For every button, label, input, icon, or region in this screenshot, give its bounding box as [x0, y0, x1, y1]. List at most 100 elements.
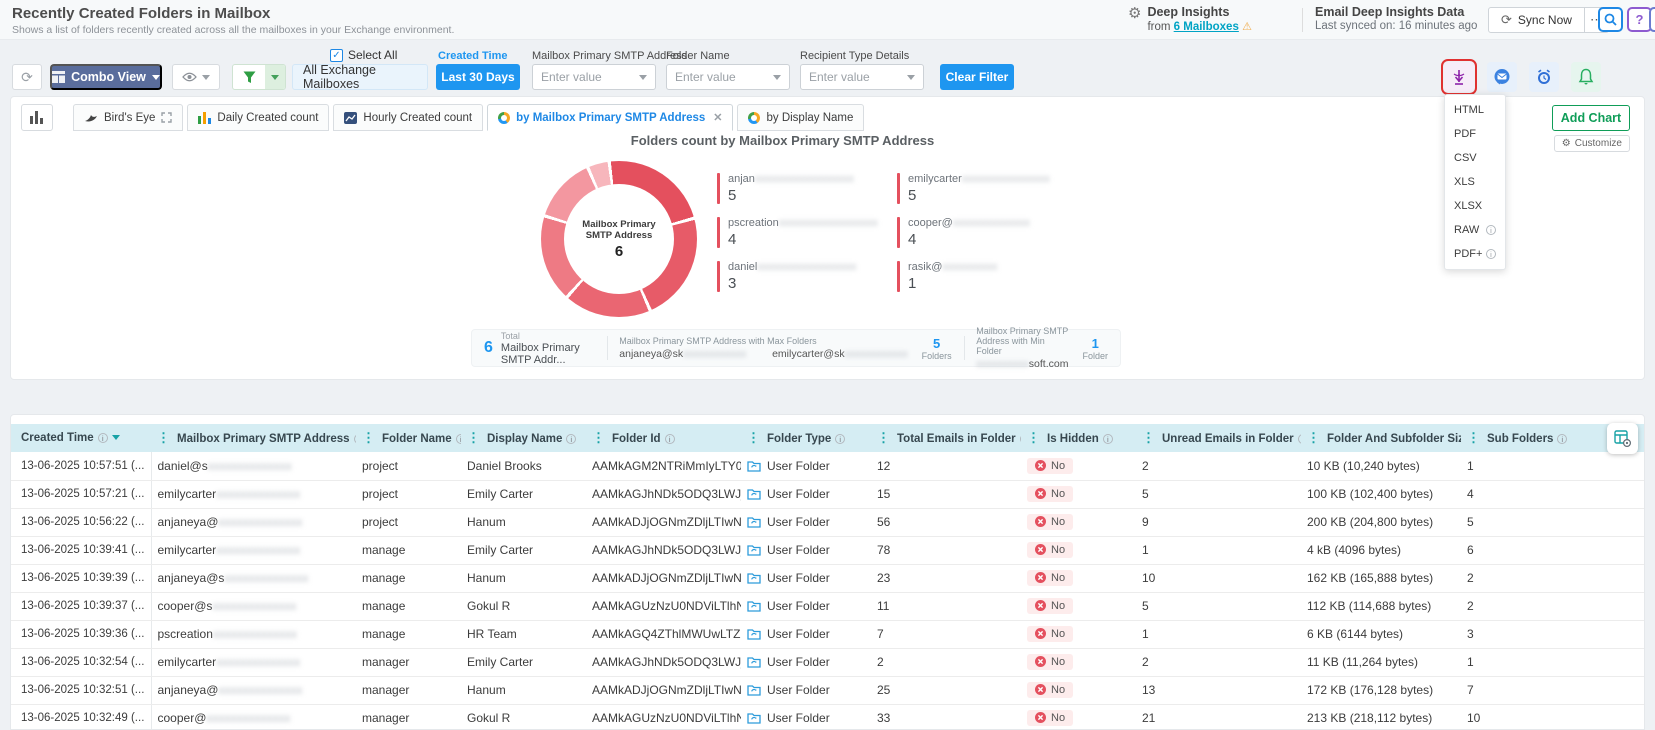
cell-folder-id: AAMkADJjOGNmZDljLTIwN...	[586, 564, 741, 592]
tab-hourly-created-count[interactable]: Hourly Created count	[333, 104, 483, 131]
info-icon[interactable]	[98, 433, 108, 443]
legend-item[interactable]: anjanxxxxxxxxxxxxxxxxxx 5	[717, 173, 897, 204]
feedback-button[interactable]	[1487, 62, 1517, 92]
column-menu-icon[interactable]: ⋮	[467, 430, 480, 445]
export-menu-item-raw[interactable]: RAW	[1445, 218, 1505, 242]
mailboxes-link[interactable]: 6 Mailboxes	[1174, 21, 1239, 33]
folder-name-filter-select[interactable]: Enter value	[666, 64, 790, 90]
column-menu-icon[interactable]: ⋮	[362, 430, 375, 445]
chart-toggle-button[interactable]	[21, 104, 53, 131]
column-menu-icon[interactable]: ⋮	[1142, 430, 1155, 445]
column-header-folder-id[interactable]: ⋮Folder Id	[586, 424, 741, 452]
export-menu-item-html[interactable]: HTML	[1445, 98, 1505, 122]
chart-legend: anjanxxxxxxxxxxxxxxxxxx 5 emilycarterxxx…	[717, 173, 1077, 292]
column-settings-button[interactable]	[1607, 423, 1638, 454]
table-row[interactable]: 13-06-2025 10:39:36 (... pscreationxxxxx…	[11, 620, 1645, 648]
export-menu-item-pdf[interactable]: PDF	[1445, 122, 1505, 146]
export-menu-item-xls[interactable]: XLS	[1445, 170, 1505, 194]
cell-folder-id: AAMkAGJhNDk5ODQ3LWJj...	[586, 536, 741, 564]
cell-is-hidden: No	[1021, 452, 1136, 480]
export-button[interactable]	[1444, 62, 1474, 92]
clear-filter-button[interactable]: Clear Filter	[940, 64, 1014, 90]
table-row[interactable]: 13-06-2025 10:32:49 (... cooper@xxxxxxxx…	[11, 704, 1645, 730]
cell-smtp: anjaneya@xxxxxxxxxxxxxx	[151, 676, 356, 704]
summary-email: emilycarter@sk	[772, 348, 845, 360]
recipient-type-filter-select[interactable]: Enter value	[800, 64, 924, 90]
tab-daily-created-count[interactable]: Daily Created count	[187, 104, 329, 131]
circle-x-icon	[1035, 712, 1046, 723]
column-menu-icon[interactable]: ⋮	[877, 430, 890, 445]
cell-is-hidden: No	[1021, 620, 1136, 648]
export-menu-item-csv[interactable]: CSV	[1445, 146, 1505, 170]
tab-by-mailbox-primary-smtp-address[interactable]: by Mailbox Primary SMTP Address ✕	[487, 104, 733, 131]
column-header-created-time[interactable]: Created Time	[11, 424, 151, 452]
column-menu-icon[interactable]: ⋮	[1467, 430, 1480, 445]
column-menu-icon[interactable]: ⋮	[1307, 430, 1320, 445]
column-header-folder-type[interactable]: ⋮Folder Type	[741, 424, 871, 452]
smtp-filter-select[interactable]: Enter value	[532, 64, 656, 90]
export-menu-item-xlsx[interactable]: XLSX	[1445, 194, 1505, 218]
combo-view-button[interactable]: Combo View	[50, 64, 162, 90]
column-menu-icon[interactable]: ⋮	[157, 430, 170, 445]
column-menu-icon[interactable]: ⋮	[592, 430, 605, 445]
sort-desc-icon[interactable]	[112, 435, 120, 440]
close-icon[interactable]: ✕	[713, 111, 722, 124]
table-row[interactable]: 13-06-2025 10:39:41 (... emilycarterxxxx…	[11, 536, 1645, 564]
notifications-button[interactable]	[1571, 62, 1601, 92]
masked-text: xxxxxxxxxxxx	[845, 348, 908, 360]
schedule-button[interactable]	[1649, 7, 1655, 32]
tab-birds-eye[interactable]: Bird's Eye	[73, 104, 183, 131]
info-icon[interactable]	[1486, 225, 1496, 235]
table-row[interactable]: 13-06-2025 10:32:51 (... anjaneya@xxxxxx…	[11, 676, 1645, 704]
legend-item[interactable]: cooper@xxxxxxxxxxxxxx 4	[897, 217, 1077, 248]
column-menu-icon[interactable]: ⋮	[1027, 430, 1040, 445]
search-button[interactable]	[1598, 7, 1623, 32]
created-time-filter-button[interactable]: Last 30 Days	[436, 64, 520, 90]
column-header-display-name[interactable]: ⋮Display Name	[461, 424, 586, 452]
table-row[interactable]: 13-06-2025 10:32:54 (... emilycarterxxxx…	[11, 648, 1645, 676]
created-time-label: Created Time	[438, 50, 508, 62]
summary-total-label1: Total	[501, 331, 595, 341]
column-header-unread-emails[interactable]: ⋮Unread Emails in Folder	[1136, 424, 1301, 452]
table-row[interactable]: 13-06-2025 10:39:37 (... cooper@sxxxxxxx…	[11, 592, 1645, 620]
info-icon[interactable]	[835, 434, 845, 444]
select-all-label: Select All	[348, 48, 397, 62]
visibility-button[interactable]	[172, 64, 220, 90]
info-icon[interactable]	[665, 434, 675, 444]
info-icon[interactable]	[1103, 434, 1113, 444]
legend-marker	[717, 173, 720, 204]
info-icon[interactable]	[1557, 434, 1567, 444]
column-header-total-emails[interactable]: ⋮Total Emails in Folder	[871, 424, 1021, 452]
add-chart-button[interactable]: Add Chart	[1552, 105, 1630, 131]
folder-sync-icon	[747, 600, 761, 612]
column-label: Is Hidden	[1047, 433, 1099, 445]
cell-total-emails: 12	[871, 452, 1021, 480]
table-row[interactable]: 13-06-2025 10:57:21 (... emilycarterxxxx…	[11, 480, 1645, 508]
filter-button[interactable]	[232, 64, 286, 90]
column-header-is-hidden[interactable]: ⋮ Is Hidden	[1021, 424, 1136, 452]
cell-smtp: cooper@xxxxxxxxxxxxxx	[151, 704, 356, 730]
tab-by-display-name[interactable]: by Display Name	[737, 104, 864, 131]
table-row[interactable]: 13-06-2025 10:39:39 (... anjaneya@sxxxxx…	[11, 564, 1645, 592]
table-row[interactable]: 13-06-2025 10:57:51 (... daniel@sxxxxxxx…	[11, 452, 1645, 480]
alert-schedule-button[interactable]	[1529, 62, 1559, 92]
legend-item[interactable]: emilycarterxxxxxxxxxxxxxxxx 5	[897, 173, 1077, 204]
legend-item[interactable]: pscreationxxxxxxxxxxxxxxxxxx 4	[717, 217, 897, 248]
circle-x-icon	[1035, 516, 1046, 527]
select-all-checkbox[interactable]: Select All	[330, 48, 397, 62]
export-menu-item-pdfplus[interactable]: PDF+	[1445, 242, 1505, 266]
sync-now-button[interactable]: ⟳ Sync Now	[1488, 7, 1585, 33]
mailboxes-scope-field[interactable]: All Exchange Mailboxes	[292, 64, 428, 90]
reset-button[interactable]: ⟳	[12, 64, 42, 90]
column-menu-icon[interactable]: ⋮	[747, 430, 760, 445]
column-header-folder-name[interactable]: ⋮Folder Name	[356, 424, 461, 452]
column-header-folder-size[interactable]: ⋮Folder And Subfolder Size	[1301, 424, 1461, 452]
table-row[interactable]: 13-06-2025 10:56:22 (... anjaneya@xxxxxx…	[11, 508, 1645, 536]
column-header-smtp[interactable]: ⋮Mailbox Primary SMTP Address	[151, 424, 356, 452]
info-icon[interactable]	[566, 434, 576, 444]
legend-item[interactable]: rasik@xxxxxxxxxx 1	[897, 261, 1077, 292]
info-icon[interactable]	[1486, 249, 1496, 259]
legend-item[interactable]: danielxxxxxxxxxxxxxxxxxx 3	[717, 261, 897, 292]
customize-button[interactable]: ⚙ Customize	[1554, 135, 1630, 152]
chart-panel: Bird's Eye Daily Created count Hourly Cr…	[10, 96, 1645, 380]
